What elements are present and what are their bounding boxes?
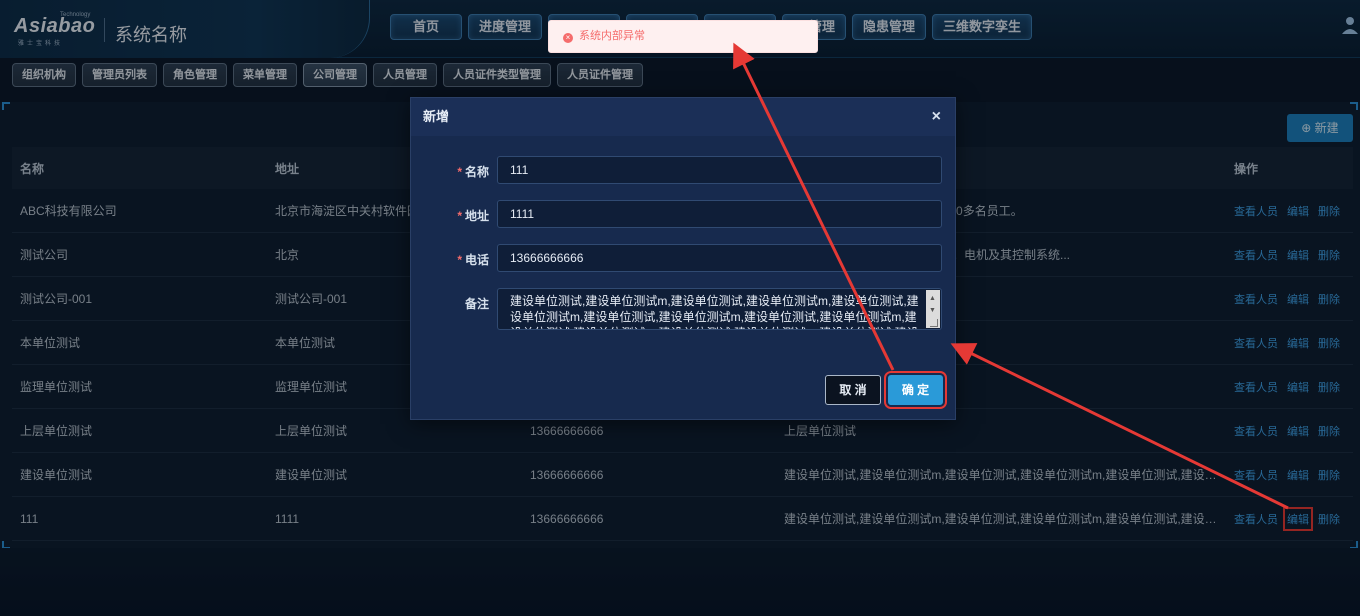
phone-label: * 电话 bbox=[457, 253, 489, 267]
add-dialog: 新增 × * 名称 111 * 地址 1111 * 电话 13666666666 备注… bbox=[410, 97, 956, 420]
remark-label: 备注 bbox=[464, 297, 489, 311]
error-icon: × bbox=[563, 33, 573, 43]
close-icon[interactable]: × bbox=[932, 98, 941, 136]
confirm-button[interactable]: 确 定 bbox=[884, 371, 947, 409]
error-toast: × 系统内部异常 bbox=[548, 20, 818, 53]
cancel-button[interactable]: 取 消 bbox=[825, 375, 881, 405]
remark-textarea[interactable]: 建设单位测试,建设单位测试m,建设单位测试,建设单位测试m,建设单位测试,建设单… bbox=[497, 288, 942, 330]
name-input[interactable]: 111 bbox=[497, 156, 942, 184]
resize-grip-icon[interactable] bbox=[930, 319, 938, 327]
toast-message: 系统内部异常 bbox=[579, 30, 645, 42]
addr-label: * 地址 bbox=[457, 209, 489, 223]
dialog-header: 新增 × bbox=[411, 98, 955, 136]
addr-input[interactable]: 1111 bbox=[497, 200, 942, 228]
dialog-title: 新增 bbox=[423, 109, 450, 124]
required-mark: * bbox=[457, 165, 462, 179]
phone-input[interactable]: 13666666666 bbox=[497, 244, 942, 272]
scroll-down-icon[interactable]: ▼ bbox=[929, 303, 936, 319]
name-label: * 名称 bbox=[457, 165, 489, 179]
required-mark: * bbox=[457, 209, 462, 223]
required-mark: * bbox=[457, 253, 462, 267]
remark-text: 建设单位测试,建设单位测试m,建设单位测试,建设单位测试m,建设单位测试,建设单… bbox=[510, 294, 919, 329]
